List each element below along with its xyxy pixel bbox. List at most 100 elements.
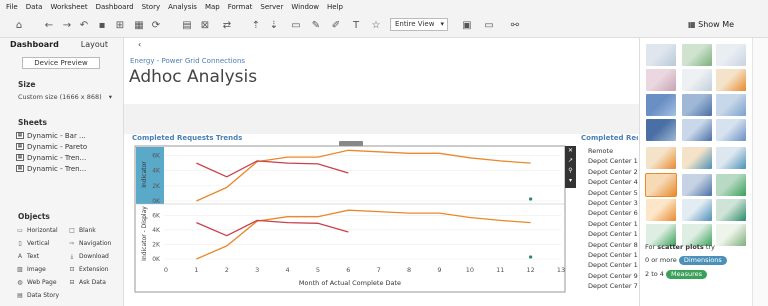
sort-desc-icon[interactable]: ⇣ (268, 19, 280, 33)
menu-format[interactable]: Format (228, 3, 253, 11)
chart-type-thumbnail[interactable] (682, 147, 712, 169)
tooltip-icon[interactable]: ▭ (482, 19, 496, 33)
chart-type-thumbnail[interactable] (716, 199, 746, 221)
highlight-icon[interactable]: ✎ (310, 19, 322, 33)
menu-window[interactable]: Window (291, 3, 319, 11)
show-me-button[interactable]: ▦ Show Me (688, 18, 762, 32)
menu-story[interactable]: Story (142, 3, 161, 11)
more-options-icon[interactable]: ▾ (565, 176, 576, 186)
object-download[interactable]: ⤓ Download (68, 252, 120, 261)
new-data-source-icon[interactable]: ⊞ (114, 19, 126, 33)
close-icon[interactable]: ✕ (565, 146, 576, 156)
legend-item[interactable]: Depot Center 4 (588, 178, 638, 188)
presentation-icon[interactable]: ▣ (460, 19, 474, 33)
object-text[interactable]: A Text (16, 252, 68, 261)
object-image[interactable]: ▨ Image (16, 265, 68, 274)
drag-handle[interactable] (339, 141, 363, 146)
legend-item[interactable]: Depot Center 1 (588, 157, 638, 167)
chart-type-thumbnail[interactable] (682, 199, 712, 221)
menu-help[interactable]: Help (327, 3, 343, 11)
legend-item[interactable]: Depot Center 13 (588, 261, 638, 271)
menu-dashboard[interactable]: Dashboard (96, 3, 134, 11)
series-line-2[interactable] (196, 160, 349, 178)
labels-icon[interactable]: T (350, 19, 362, 33)
view-select[interactable]: Entire View ▾ (390, 18, 448, 31)
collapse-icon[interactable]: ‹ (138, 40, 141, 49)
chart-type-thumbnail[interactable] (646, 69, 676, 91)
chart-type-thumbnail[interactable] (716, 147, 746, 169)
scrollbar[interactable] (752, 38, 768, 306)
sort-asc-icon[interactable]: ⇡ (250, 19, 262, 33)
menu-data[interactable]: Data (26, 3, 43, 11)
home-icon[interactable]: ⌂ (12, 19, 26, 33)
menu-worksheet[interactable]: Worksheet (50, 3, 87, 11)
duplicate-sheet-icon[interactable]: ▤ (180, 19, 194, 33)
data-point[interactable] (529, 197, 533, 201)
chart-type-thumbnail[interactable] (646, 147, 676, 169)
legend-item[interactable]: Depot Center 14 (588, 251, 638, 261)
back-icon[interactable]: ← (42, 19, 56, 33)
chart-type-thumbnail[interactable] (716, 94, 746, 116)
series-line-1[interactable] (196, 149, 531, 202)
size-select[interactable]: Custom size (1666 x 868) ▾ (18, 93, 114, 101)
object-extension[interactable]: ⊡ Extension (68, 265, 120, 274)
legend-item[interactable]: Depot Center 10 (588, 230, 638, 240)
legend-item[interactable]: Depot Center 7 (588, 282, 638, 292)
chart-type-thumbnail[interactable] (645, 173, 677, 197)
chart-type-thumbnail[interactable] (682, 69, 712, 91)
legend-item[interactable]: Depot Center 9 (588, 272, 638, 282)
chart-type-thumbnail[interactable] (646, 94, 676, 116)
share-icon[interactable]: ⚯ (508, 19, 522, 33)
chart-type-thumbnail[interactable] (682, 94, 712, 116)
annotate-icon[interactable]: ✐ (330, 19, 342, 33)
group-icon[interactable]: ▭ (290, 19, 302, 33)
chart-type-thumbnail[interactable] (682, 174, 712, 196)
chart-type-thumbnail[interactable] (716, 119, 746, 141)
menu-map[interactable]: Map (205, 3, 220, 11)
legend-item[interactable]: Depot Center 5 (588, 189, 638, 199)
chart-type-thumbnail[interactable] (716, 44, 746, 66)
forward-icon[interactable]: → (60, 19, 74, 33)
legend-item[interactable]: Remote (588, 147, 638, 157)
chart-type-thumbnail[interactable] (716, 69, 746, 91)
chart-type-thumbnail[interactable] (682, 119, 712, 141)
sheet-item[interactable]: ▦ Dynamic - Pareto (16, 141, 87, 152)
menu-server[interactable]: Server (260, 3, 283, 11)
new-sheet-icon[interactable]: ▦ (132, 19, 146, 33)
tab-dashboard[interactable]: Dashboard (10, 40, 59, 49)
legend-item[interactable]: Depot Center 3 (588, 199, 638, 209)
legend-item[interactable]: Depot Center 11 (588, 220, 638, 230)
tab-layout[interactable]: Layout (81, 40, 108, 49)
save-icon[interactable]: ▪ (96, 19, 108, 33)
menu-analysis[interactable]: Analysis (168, 3, 197, 11)
chart-type-thumbnail[interactable] (646, 199, 676, 221)
object-web-page[interactable]: ◍ Web Page (16, 278, 68, 287)
series-line-2[interactable] (196, 219, 349, 237)
clear-sheet-icon[interactable]: ⊠ (198, 19, 212, 33)
legend-item[interactable]: Depot Center 2 (588, 168, 638, 178)
object-horizontal[interactable]: ▭ Horizontal (16, 226, 68, 235)
refresh-icon[interactable]: ⟳ (150, 19, 162, 33)
legend-item[interactable]: Depot Center 8 (588, 241, 638, 251)
chart-type-thumbnail[interactable] (646, 119, 676, 141)
chart-type-thumbnail[interactable] (682, 44, 712, 66)
object-blank[interactable]: □ Blank (68, 226, 120, 235)
sheet-item[interactable]: ▦ Dynamic - Tren... (16, 163, 87, 174)
legend-item[interactable]: Depot Center 6 (588, 209, 638, 219)
filter-icon[interactable]: ⚲ (565, 166, 576, 176)
sheet-item[interactable]: ▦ Dynamic - Tren... (16, 152, 87, 163)
undo-icon[interactable]: ↶ (78, 19, 90, 33)
device-preview-button[interactable]: Device Preview (22, 57, 100, 69)
pin-icon[interactable]: ☆ (370, 19, 382, 33)
object-vertical[interactable]: ▯ Vertical (16, 239, 68, 248)
chart-type-thumbnail[interactable] (716, 174, 746, 196)
object-data-story[interactable]: ▤ Data Story (16, 291, 68, 300)
object-ask-data[interactable]: ⊟ Ask Data (68, 278, 120, 287)
open-sheet-icon[interactable]: ↗ (565, 156, 576, 166)
menu-file[interactable]: File (6, 3, 18, 11)
chart-type-thumbnail[interactable] (646, 44, 676, 66)
object-navigation[interactable]: ⇨ Navigation (68, 239, 120, 248)
series-line-1[interactable] (196, 209, 531, 260)
swap-icon[interactable]: ⇄ (220, 19, 234, 33)
data-point[interactable] (529, 255, 533, 259)
